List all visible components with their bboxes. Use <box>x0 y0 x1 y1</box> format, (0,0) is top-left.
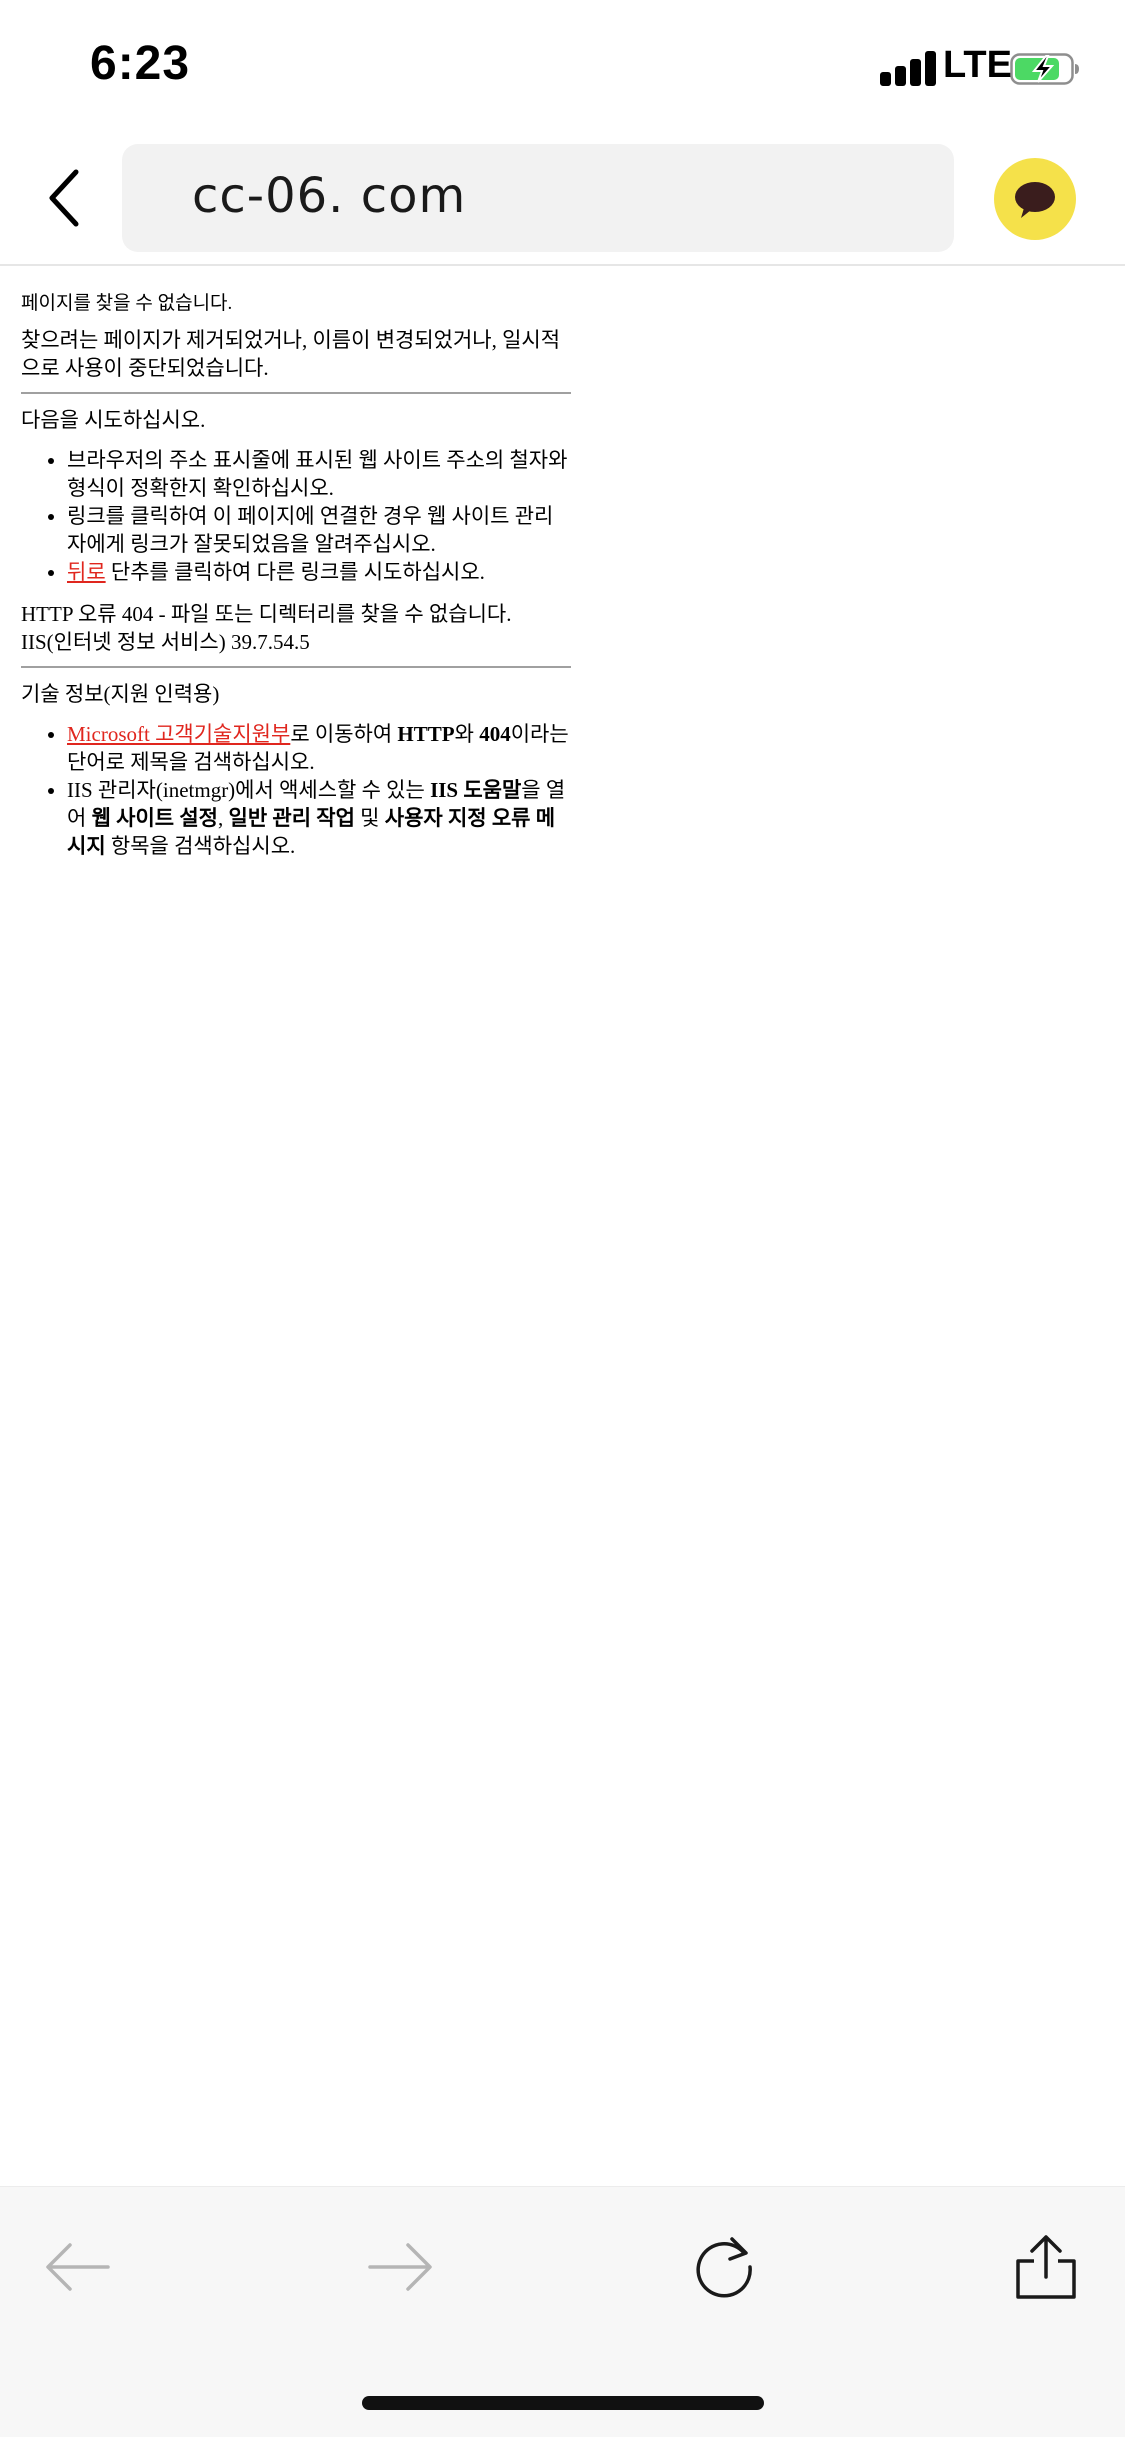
error-code-line: HTTP 오류 404 - 파일 또는 디렉터리를 찾을 수 없습니다. <box>21 602 512 626</box>
arrow-right-icon[interactable] <box>364 2231 436 2303</box>
tip-text: 단추를 클릭하여 다른 링크를 시도하십시오. <box>105 560 485 584</box>
chevron-left-icon[interactable] <box>40 166 96 230</box>
try-heading: 다음을 시도하십시오. <box>21 408 206 432</box>
page-title: 페이지를 찾을 수 없습니다. <box>21 293 233 314</box>
network-type: LTE <box>943 44 1012 86</box>
microsoft-support-link[interactable]: Microsoft 고객기술지원부 <box>67 722 290 746</box>
keyword-admin-tasks: 일반 관리 작업 <box>228 806 355 830</box>
reload-icon[interactable] <box>688 2231 760 2303</box>
keyword-iis-help: IIS 도움말 <box>430 778 522 802</box>
tech-text: 및 <box>354 806 385 830</box>
tech-text: IIS 관리자(inetmgr)에서 액세스할 수 있는 <box>67 778 431 802</box>
divider <box>21 666 571 668</box>
tech-list: Microsoft 고객기술지원부로 이동하여 HTTP와 404이라는 단어로… <box>21 720 571 860</box>
tip-item: 뒤로 단추를 클릭하여 다른 링크를 시도하십시오. <box>67 558 571 586</box>
error-page: 페이지를 찾을 수 없습니다. 찾으려는 페이지가 제거되었거나, 이름이 변경… <box>21 290 571 874</box>
tech-text: 로 이동하여 <box>290 722 398 746</box>
tip-item: 브라우저의 주소 표시줄에 표시된 웹 사이트 주소의 철자와 형식이 정확한지… <box>67 446 571 502</box>
server-line: IIS(인터넷 정보 서비스) 39.7.54.5 <box>21 630 310 654</box>
keyword-404: 404 <box>479 722 511 746</box>
speech-bubble-icon <box>1015 182 1055 218</box>
address-bar: cc-06. com <box>0 132 1125 266</box>
divider <box>21 392 571 394</box>
tips-list: 브라우저의 주소 표시줄에 표시된 웹 사이트 주소의 철자와 형식이 정확한지… <box>21 446 571 586</box>
share-icon[interactable] <box>1010 2231 1082 2303</box>
tech-item: IIS 관리자(inetmgr)에서 액세스할 수 있는 IIS 도움말을 열어… <box>67 776 571 860</box>
signal-strength-icon <box>880 50 936 86</box>
talk-button[interactable] <box>994 158 1076 240</box>
home-indicator[interactable] <box>362 2396 764 2410</box>
status-time: 6:23 <box>90 37 191 90</box>
battery-charging-icon <box>1010 53 1079 85</box>
arrow-left-icon[interactable] <box>42 2231 114 2303</box>
error-description: 찾으려는 페이지가 제거되었거나, 이름이 변경되었거나, 일시적으로 사용이 … <box>21 328 561 380</box>
keyword-http: HTTP <box>397 722 455 746</box>
tech-heading: 기술 정보(지원 인력용) <box>21 682 220 706</box>
back-link[interactable]: 뒤로 <box>67 560 106 584</box>
tech-item: Microsoft 고객기술지원부로 이동하여 HTTP와 404이라는 단어로… <box>67 720 571 776</box>
status-bar: 6:23 LTE <box>0 0 1125 132</box>
tech-text: 항목을 검색하십시오. <box>105 834 296 858</box>
tip-item: 링크를 클릭하여 이 페이지에 연결한 경우 웹 사이트 관리자에게 링크가 잘… <box>67 502 571 558</box>
tech-text: 와 <box>454 722 480 746</box>
tech-text: , <box>218 806 229 830</box>
url-field[interactable]: cc-06. com <box>122 144 954 252</box>
keyword-site-settings: 웹 사이트 설정 <box>91 806 218 830</box>
url-text: cc-06. com <box>192 168 467 224</box>
